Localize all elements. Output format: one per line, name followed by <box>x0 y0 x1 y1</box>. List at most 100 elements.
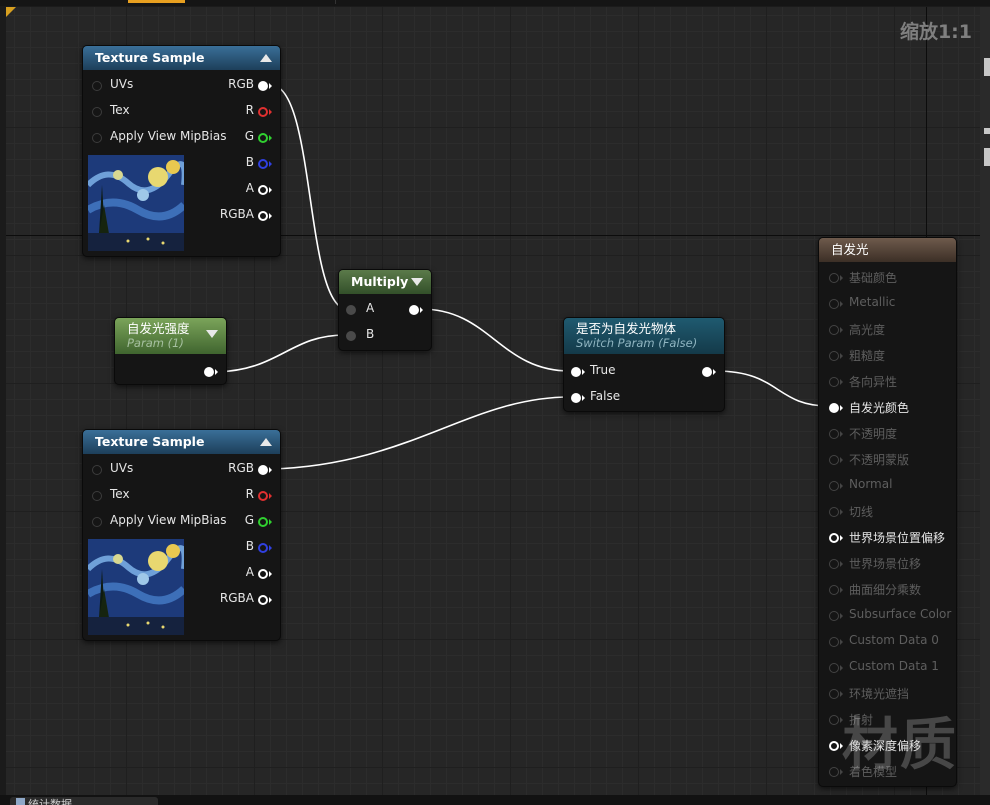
pin-arrow-icon <box>269 109 272 115</box>
pin-rgb-out[interactable] <box>258 81 268 91</box>
texture-sample-node-2[interactable]: Texture Sample UVs Tex Apply View MipBia… <box>82 429 281 641</box>
pin-arrow-icon <box>269 187 272 193</box>
pin-r-out[interactable] <box>258 491 268 501</box>
pin-arrow-icon <box>269 83 272 89</box>
node-header[interactable]: Texture Sample <box>83 46 280 70</box>
switch-param-node[interactable]: 是否为自发光物体 Switch Param (False) True False <box>563 317 725 412</box>
pin-arrow-icon <box>840 613 843 619</box>
node-subtitle: Param (1) <box>127 336 184 350</box>
pin-mipbias[interactable] <box>92 517 102 527</box>
pin-label: Apply View MipBias <box>110 129 227 143</box>
pin-arrow-icon <box>269 467 272 473</box>
pin-false-in[interactable] <box>571 393 581 403</box>
pin-arrow-icon <box>269 519 272 525</box>
pin-label: A <box>366 301 375 315</box>
pin-label: RGB <box>228 77 254 91</box>
pin-arrow-icon <box>840 587 843 593</box>
triangle-up-icon[interactable] <box>260 438 272 446</box>
material-pin-label: 粗糙度 <box>849 349 886 363</box>
material-pin-label: 自发光颜色 <box>849 401 910 415</box>
pin-rgb-out[interactable] <box>258 465 268 475</box>
pin-a-out[interactable] <box>258 185 268 195</box>
pin-b-out[interactable] <box>258 543 268 553</box>
triangle-down-icon[interactable] <box>411 278 423 286</box>
pin-arrow-icon <box>713 369 716 375</box>
multiply-node[interactable]: Multiply A B <box>338 269 432 351</box>
right-panel-scrollbar[interactable] <box>980 7 990 795</box>
material-pin[interactable] <box>829 611 839 621</box>
material-pin[interactable] <box>829 481 839 491</box>
stats-tab[interactable]: 统计数据 <box>10 797 158 805</box>
node-subtitle: Switch Param (False) <box>576 336 698 350</box>
material-pin[interactable] <box>829 325 839 335</box>
pin-g-out[interactable] <box>258 517 268 527</box>
node-header[interactable]: Texture Sample <box>83 430 280 454</box>
material-pin[interactable] <box>829 455 839 465</box>
pin-arrow-icon <box>840 691 843 697</box>
pin-arrow-icon <box>840 509 843 515</box>
pin-b-in[interactable] <box>346 331 356 341</box>
node-header[interactable]: 自发光 <box>819 238 956 262</box>
material-pin[interactable] <box>829 429 839 439</box>
material-pin[interactable] <box>829 663 839 673</box>
node-header[interactable]: Multiply <box>339 270 431 294</box>
pin-arrow-icon <box>582 395 585 401</box>
pin-arrow-icon <box>840 353 843 359</box>
pin-result-out[interactable] <box>702 367 712 377</box>
right-panel-marker <box>984 58 990 76</box>
pin-arrow-icon <box>269 213 272 219</box>
active-tab-indicator[interactable] <box>128 0 185 3</box>
pin-rgba-out[interactable] <box>258 211 268 221</box>
material-pin[interactable] <box>829 585 839 595</box>
pin-arrow-icon <box>840 639 843 645</box>
pin-uvs[interactable] <box>92 465 102 475</box>
material-pin[interactable] <box>829 741 839 751</box>
pin-b-out[interactable] <box>258 159 268 169</box>
pin-label: Tex <box>110 487 130 501</box>
pin-a-out[interactable] <box>258 569 268 579</box>
node-header[interactable]: 是否为自发光物体 Switch Param (False) <box>564 318 724 354</box>
material-pin[interactable] <box>829 351 839 361</box>
pin-tex[interactable] <box>92 107 102 117</box>
pin-uvs[interactable] <box>92 81 102 91</box>
material-pin[interactable] <box>829 377 839 387</box>
pin-label: Apply View MipBias <box>110 513 227 527</box>
material-pin-label: Subsurface Color <box>849 607 952 621</box>
triangle-up-icon[interactable] <box>260 54 272 62</box>
node-header[interactable]: 自发光强度 Param (1) <box>115 318 226 354</box>
pin-tex[interactable] <box>92 491 102 501</box>
pin-label: A <box>245 181 254 195</box>
pin-label: B <box>245 539 254 553</box>
pin-value-out[interactable] <box>204 367 214 377</box>
material-pin[interactable] <box>829 559 839 569</box>
pin-arrow-icon <box>215 369 218 375</box>
emissive-intensity-param-node[interactable]: 自发光强度 Param (1) <box>114 317 227 385</box>
material-pin[interactable] <box>829 533 839 543</box>
material-pin[interactable] <box>829 299 839 309</box>
material-pin[interactable] <box>829 715 839 725</box>
zoom-label: 缩放1:1 <box>899 21 972 43</box>
pin-true-in[interactable] <box>571 367 581 377</box>
pin-rgba-out[interactable] <box>258 595 268 605</box>
material-pin[interactable] <box>829 689 839 699</box>
pin-arrow-icon <box>840 457 843 463</box>
pin-g-out[interactable] <box>258 133 268 143</box>
material-pin-label: Custom Data 1 <box>849 659 939 673</box>
texture-thumbnail <box>88 155 184 251</box>
triangle-down-icon[interactable] <box>206 330 218 338</box>
material-pin[interactable] <box>829 507 839 517</box>
pin-a-in[interactable] <box>346 305 356 315</box>
pin-r-out[interactable] <box>258 107 268 117</box>
pin-result-out[interactable] <box>409 305 419 315</box>
stats-tab-label: 统计数据 <box>28 798 72 805</box>
material-pin[interactable] <box>829 637 839 647</box>
pin-label: False <box>590 389 621 403</box>
material-pin-label: Metallic <box>849 295 896 309</box>
pin-mipbias[interactable] <box>92 133 102 143</box>
material-pin[interactable] <box>829 403 839 413</box>
material-pin[interactable] <box>829 273 839 283</box>
material-pin-label: 世界场景位移 <box>849 557 922 571</box>
pin-label: RGB <box>228 461 254 475</box>
texture-sample-node-1[interactable]: Texture Sample UVs Tex Apply View MipBia… <box>82 45 281 257</box>
material-pin[interactable] <box>829 767 839 777</box>
